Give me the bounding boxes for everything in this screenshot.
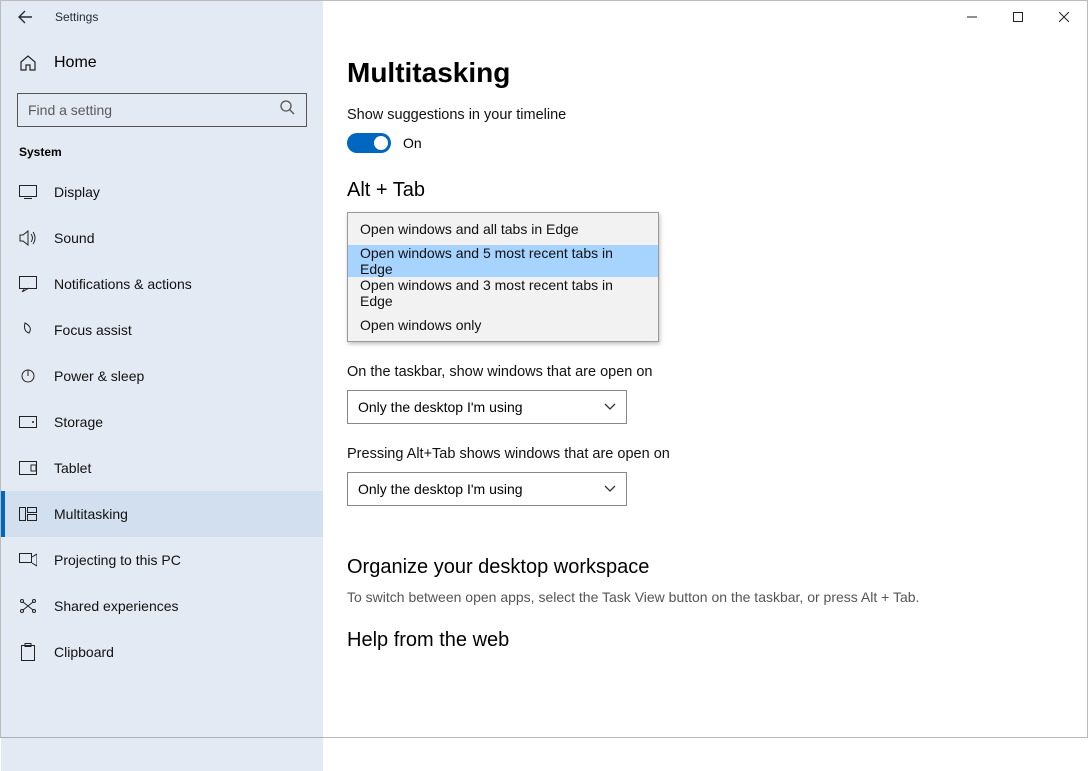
sidebar-item-storage[interactable]: Storage (1, 399, 323, 445)
sidebar-item-label: Power & sleep (54, 368, 144, 384)
window-title: Settings (55, 10, 98, 24)
sidebar-item-label: Shared experiences (54, 598, 179, 614)
alt-tab-heading: Alt + Tab (347, 179, 1047, 202)
sidebar-item-label: Multitasking (54, 506, 128, 522)
settings-window: Settings Home (0, 0, 1088, 738)
maximize-icon (1013, 12, 1023, 22)
sidebar-item-notifications[interactable]: Notifications & actions (1, 261, 323, 307)
help-heading: Help from the web (347, 629, 1047, 652)
titlebar: Settings (1, 1, 1087, 33)
timeline-label: Show suggestions in your timeline (347, 107, 1047, 123)
sidebar-item-label: Tablet (54, 460, 91, 476)
timeline-state: On (403, 135, 422, 151)
sound-icon (19, 229, 37, 247)
sidebar-item-tablet[interactable]: Tablet (1, 445, 323, 491)
search-button[interactable] (279, 99, 301, 121)
maximize-button[interactable] (995, 1, 1041, 33)
sidebar-item-multitasking[interactable]: Multitasking (1, 491, 323, 537)
taskbar-value: Only the desktop I'm using (358, 399, 523, 415)
alt-tab-dropdown[interactable]: Open windows and all tabs in Edge Open w… (347, 212, 659, 342)
sidebar-item-projecting[interactable]: Projecting to this PC (1, 537, 323, 583)
back-button[interactable] (1, 1, 49, 33)
close-icon (1059, 12, 1069, 22)
sidebar-section: System (19, 145, 323, 159)
alttab-label: Pressing Alt+Tab shows windows that are … (347, 446, 1047, 462)
display-icon (19, 183, 37, 201)
taskbar-label: On the taskbar, show windows that are op… (347, 364, 1047, 380)
taskbar-combo[interactable]: Only the desktop I'm using (347, 390, 627, 424)
page-title: Multitasking (347, 57, 1047, 89)
organize-heading: Organize your desktop workspace (347, 556, 1047, 579)
content-pane: Multitasking Show suggestions in your ti… (323, 33, 1087, 737)
sidebar: Home System Display Sound (1, 33, 323, 737)
alt-tab-option[interactable]: Open windows and all tabs in Edge (348, 213, 658, 245)
focus-assist-icon (19, 321, 37, 339)
sidebar-item-power-sleep[interactable]: Power & sleep (1, 353, 323, 399)
sidebar-item-label: Clipboard (54, 644, 114, 660)
projecting-icon (19, 551, 37, 569)
timeline-toggle-row: On (347, 133, 1047, 153)
sidebar-home[interactable]: Home (1, 41, 323, 85)
home-icon (19, 54, 37, 72)
tablet-icon (19, 459, 37, 477)
notifications-icon (19, 275, 37, 293)
sidebar-item-label: Sound (54, 230, 94, 246)
sidebar-item-label: Storage (54, 414, 103, 430)
sidebar-item-shared-experiences[interactable]: Shared experiences (1, 583, 323, 629)
sidebar-item-clipboard[interactable]: Clipboard (1, 629, 323, 675)
alt-tab-option[interactable]: Open windows and 5 most recent tabs in E… (348, 245, 658, 277)
sidebar-item-focus-assist[interactable]: Focus assist (1, 307, 323, 353)
organize-desc: To switch between open apps, select the … (347, 589, 1047, 605)
sidebar-item-sound[interactable]: Sound (1, 215, 323, 261)
alt-tab-option[interactable]: Open windows and 3 most recent tabs in E… (348, 277, 658, 309)
search-wrap (17, 93, 307, 127)
alttab-combo[interactable]: Only the desktop I'm using (347, 472, 627, 506)
sidebar-item-label: Focus assist (54, 322, 132, 338)
multitasking-icon (19, 505, 37, 523)
nav-list: Display Sound Notifications & actions Fo… (1, 169, 323, 675)
sidebar-item-label: Display (54, 184, 100, 200)
power-icon (19, 367, 37, 385)
chevron-down-icon (604, 403, 616, 411)
clipboard-icon (19, 643, 37, 661)
search-icon (279, 99, 295, 115)
alt-tab-option[interactable]: Open windows only (348, 309, 658, 341)
arrow-left-icon (17, 9, 33, 25)
minimize-button[interactable] (949, 1, 995, 33)
sidebar-item-label: Projecting to this PC (54, 552, 181, 568)
shared-experiences-icon (19, 597, 37, 615)
search-input[interactable] (17, 93, 307, 127)
alttab-value: Only the desktop I'm using (358, 481, 523, 497)
home-label: Home (54, 54, 97, 72)
sidebar-item-display[interactable]: Display (1, 169, 323, 215)
chevron-down-icon (604, 485, 616, 493)
minimize-icon (967, 12, 977, 22)
storage-icon (19, 413, 37, 431)
sidebar-item-label: Notifications & actions (54, 276, 192, 292)
close-button[interactable] (1041, 1, 1087, 33)
timeline-toggle[interactable] (347, 133, 391, 153)
